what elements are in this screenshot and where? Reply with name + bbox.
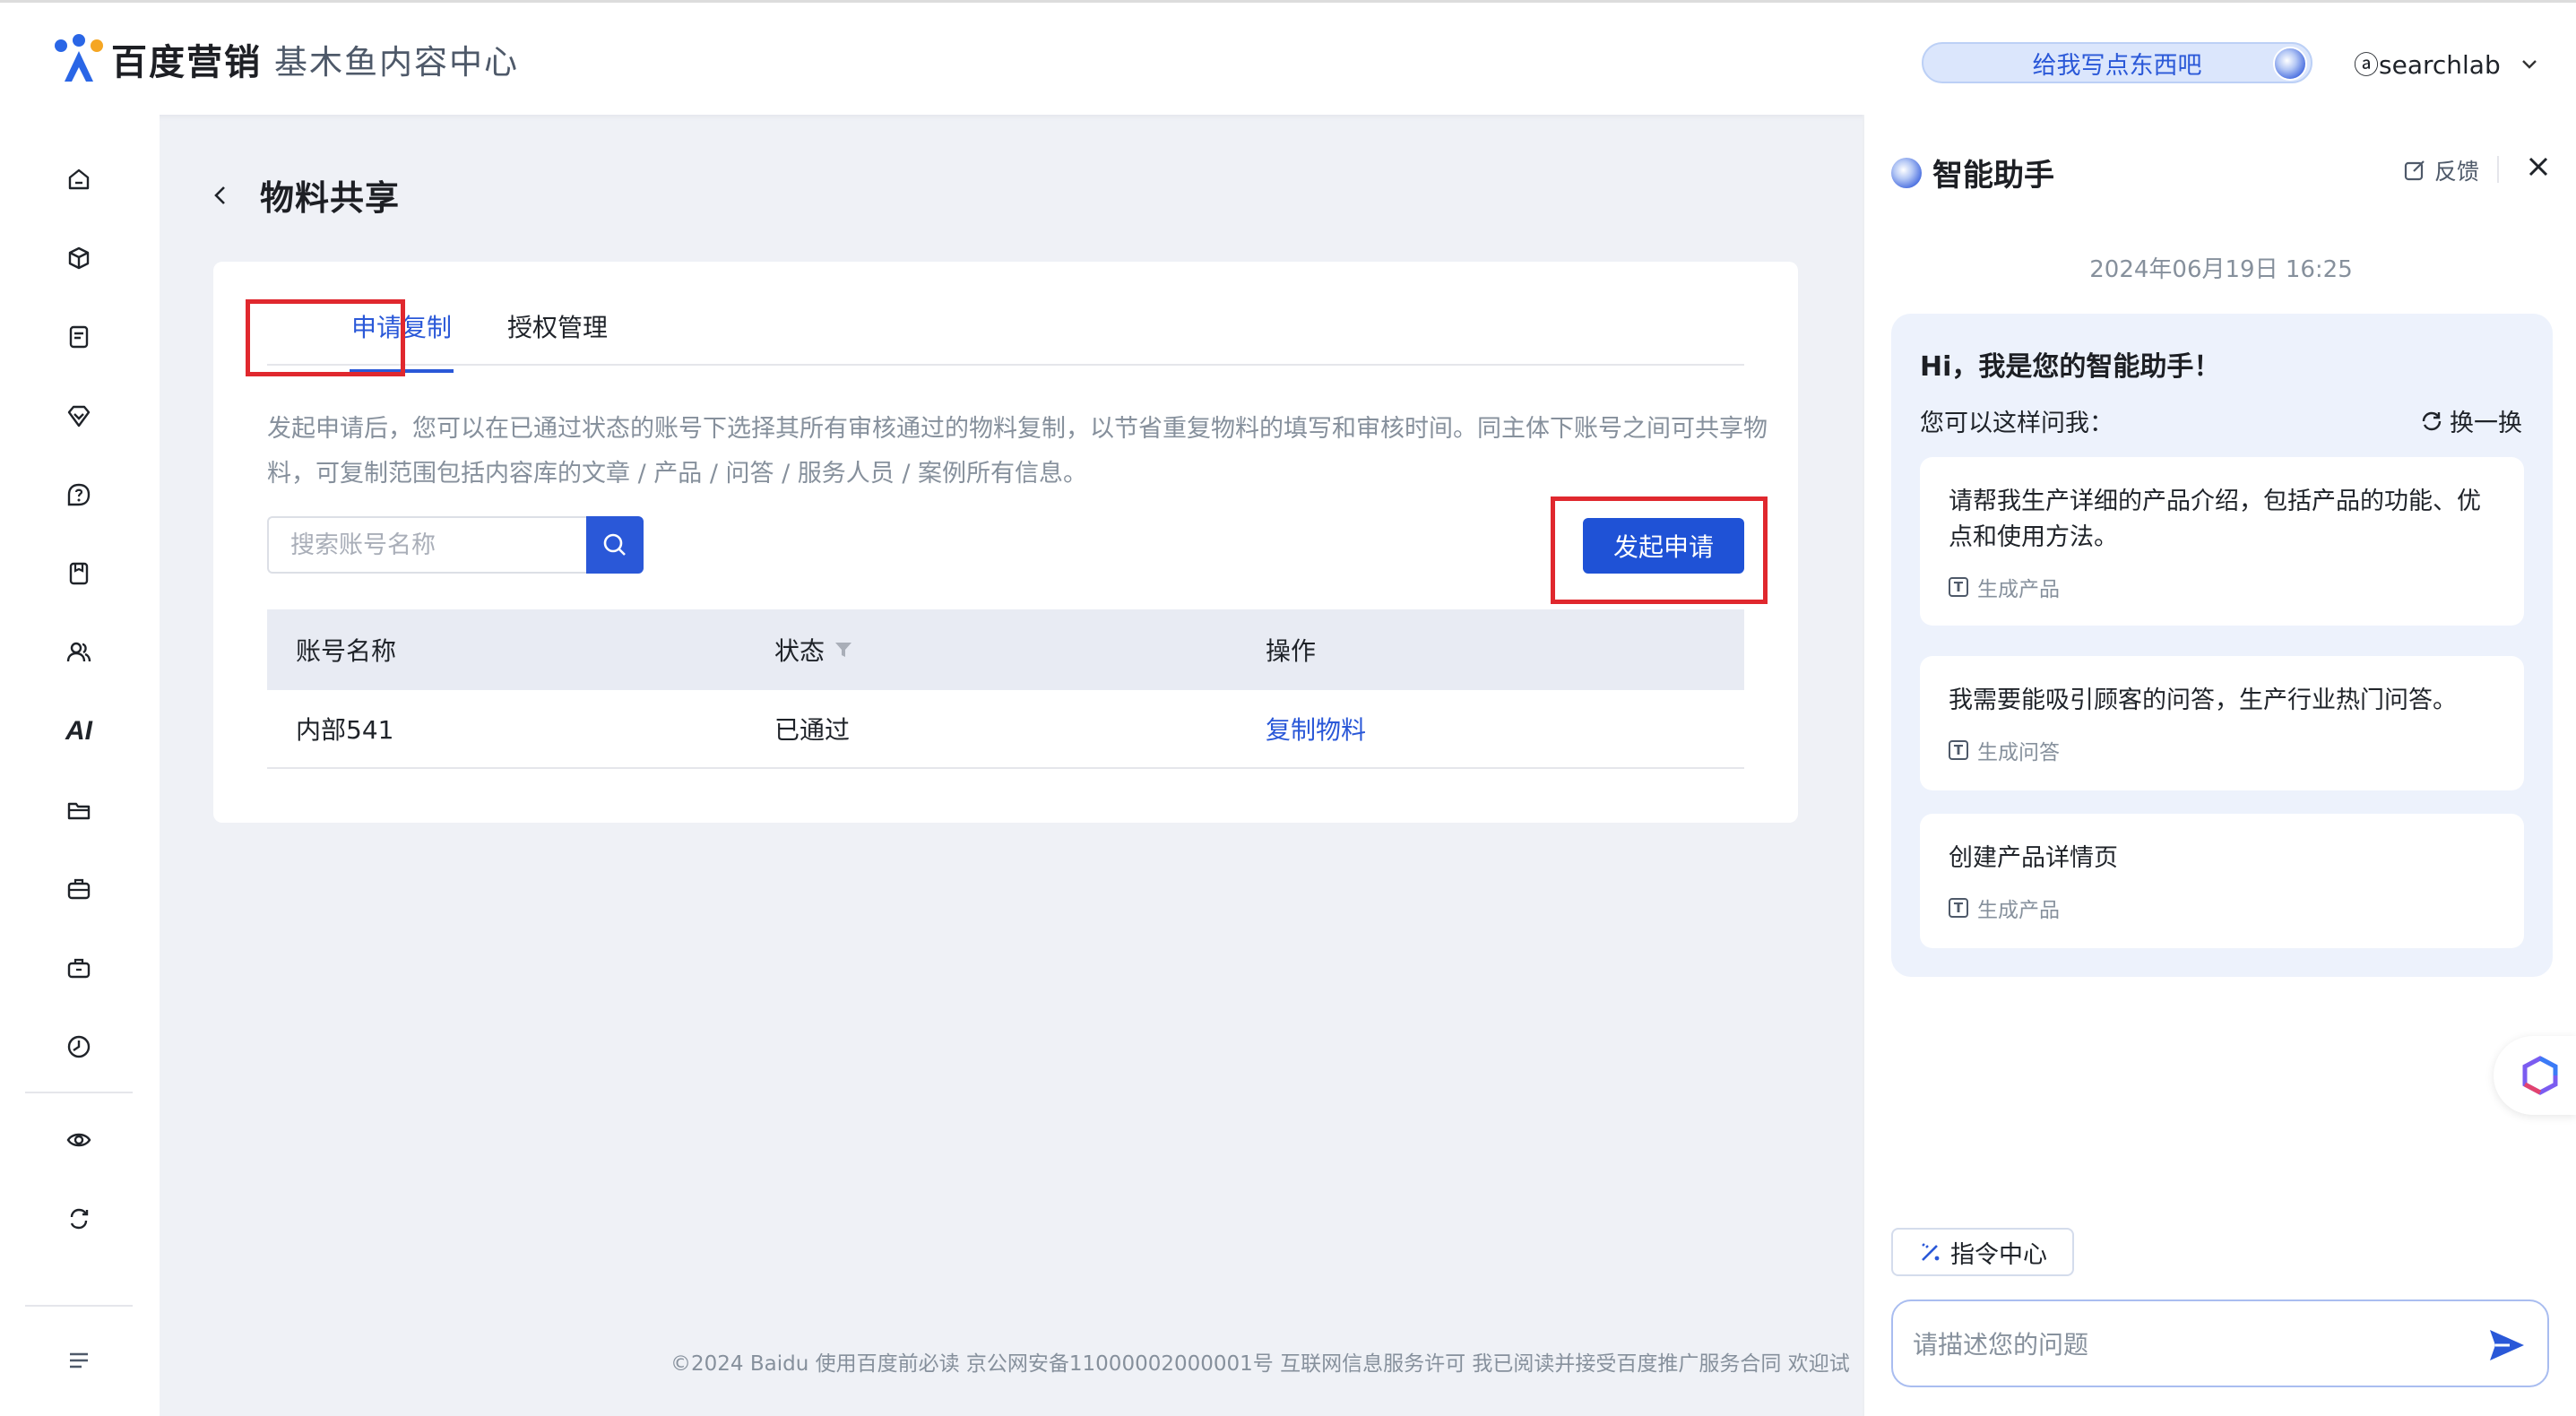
folder-icon[interactable] [63, 794, 95, 826]
table-row: 内部541 已通过 复制物料 [267, 690, 1744, 769]
search-input[interactable] [267, 516, 586, 574]
description-text: 发起申请后，您可以在已通过状态的账号下选择其所有审核通过的物料复制，以节省重复物… [267, 415, 1768, 488]
greeting-title: Hi，我是您的智能助手！ [1920, 351, 2221, 383]
status-cell: 已通过 [774, 715, 851, 745]
chevron-down-icon [2521, 60, 2537, 69]
top-header: 百度营销 基木鱼内容中心 给我写点东西吧 ⓐsearchlab [0, 0, 2576, 115]
header-divider [2497, 156, 2499, 183]
highlight-box-tab [246, 299, 405, 376]
feedback-label: 反馈 [2434, 159, 2480, 185]
refresh-label: 换一换 [2450, 410, 2522, 437]
ai-write-prompt-label: 给我写点东西吧 [2032, 51, 2202, 80]
copy-material-link[interactable]: 复制物料 [1266, 711, 1366, 747]
product-name: 基木鱼内容中心 [274, 43, 519, 82]
table-header: 账号名称 状态 操作 [267, 609, 1744, 690]
column-header-status-label: 状态 [774, 636, 826, 666]
home-icon[interactable] [63, 163, 95, 195]
clock-icon[interactable] [63, 1031, 95, 1063]
footer-text: ©2024 Baidu 使用百度前必读 京公网安备11000002000001号… [670, 1352, 1850, 1376]
close-icon[interactable] [2524, 152, 2553, 181]
tab-bar: 申请复制 授权管理 [267, 294, 1744, 373]
command-center-label: 指令中心 [1950, 1240, 2047, 1269]
menu-icon[interactable] [63, 1344, 95, 1377]
eye-icon[interactable] [63, 1124, 95, 1156]
users-icon[interactable] [63, 636, 95, 669]
floating-plugin-button[interactable] [2494, 1036, 2576, 1115]
column-header-account: 账号名称 [296, 636, 397, 666]
feedback-button[interactable]: 反馈 [2402, 154, 2479, 186]
bookmark-icon[interactable] [63, 557, 95, 590]
account-name-cell: 内部541 [296, 715, 394, 745]
suggestion-tag-label: 生成问答 [1977, 741, 2060, 764]
tab-authorization-management[interactable]: 授权管理 [507, 308, 608, 344]
suggestion-text: 创建产品详情页 [1949, 844, 2118, 872]
suggestion-tag: T 生成产品 [1949, 572, 2060, 602]
column-header-status: 状态 [774, 632, 853, 668]
brand-name: 百度营销 [111, 42, 262, 83]
suggestion-tag-label: 生成产品 [1977, 899, 2060, 922]
briefcase-icon[interactable] [63, 873, 95, 905]
column-header-action: 操作 [1266, 636, 1317, 666]
magic-wand-icon [1922, 1243, 1940, 1261]
hexagon-logo-icon [2522, 1056, 2558, 1095]
text-type-icon: T [1949, 898, 1968, 918]
page-title: 物料共享 [260, 178, 401, 218]
material-share-card: 申请复制 授权管理 发起申请后，您可以在已通过状态的账号下选择其所有审核通过的物… [213, 262, 1798, 823]
refresh-cart-icon[interactable] [63, 1203, 95, 1235]
sidebar-divider [25, 1305, 133, 1307]
greeting-panel: Hi，我是您的智能助手！ 您可以这样问我： 换一换 请帮我生产详细的产品介绍，包… [1891, 314, 2553, 977]
filter-icon[interactable] [834, 640, 853, 660]
question-input[interactable] [1913, 1325, 2451, 1364]
question-icon[interactable] [63, 479, 95, 511]
suggestion-tag: T 生成产品 [1949, 893, 2060, 923]
assistant-title: 智能助手 [1891, 151, 2054, 194]
ai-write-prompt-button[interactable]: 给我写点东西吧 [1922, 42, 2312, 83]
left-sidebar: AI [0, 115, 160, 1416]
question-input-box [1891, 1299, 2549, 1387]
ai-icon-label: AI [65, 716, 92, 746]
highlight-box-apply-button [1551, 496, 1768, 604]
chat-timestamp: 2024年06月19日 16:25 [2089, 256, 2353, 283]
baidu-marketing-logo[interactable]: 百度营销 基木鱼内容中心 [52, 33, 519, 85]
document-icon[interactable] [63, 321, 95, 353]
suggestion-card[interactable]: 我需要能吸引顾客的问答，生产行业热门问答。 T 生成问答 [1920, 656, 2524, 790]
user-account-menu[interactable]: ⓐsearchlab [2354, 46, 2540, 82]
send-icon[interactable] [2486, 1325, 2528, 1366]
assistant-panel: 智能助手 反馈 2024年06月19日 16:25 Hi，我是您的智能助手！ 您… [1863, 115, 2576, 1416]
assistant-orb-icon [2273, 47, 2307, 81]
username: ⓐsearchlab [2354, 50, 2501, 80]
suggestion-card[interactable]: 创建产品详情页 T 生成产品 [1920, 814, 2524, 948]
assistant-title-label: 智能助手 [1932, 158, 2054, 194]
diamond-icon[interactable] [63, 400, 95, 432]
cube-icon[interactable] [63, 242, 95, 274]
ai-icon[interactable]: AI [63, 715, 95, 747]
ask-hint: 您可以这样问我： [1920, 410, 2114, 437]
suggestion-tag: T 生成问答 [1949, 735, 2060, 765]
account-search [267, 516, 644, 574]
refresh-suggestions-button[interactable]: 换一换 [2419, 403, 2522, 438]
text-type-icon: T [1949, 577, 1968, 597]
edit-icon [2404, 160, 2425, 181]
sidebar-divider [25, 1092, 133, 1093]
assistant-orb-icon [1891, 157, 1922, 188]
page-header: 物料共享 [208, 170, 400, 220]
suggestion-tag-label: 生成产品 [1977, 578, 2060, 601]
suggestion-card[interactable]: 请帮我生产详细的产品介绍，包括产品的功能、优点和使用方法。 T 生成产品 [1920, 457, 2524, 626]
text-type-icon: T [1949, 740, 1968, 760]
back-arrow-icon[interactable] [208, 183, 233, 208]
baidu-paw-logo-icon [55, 34, 103, 82]
command-center-button[interactable]: 指令中心 [1891, 1228, 2074, 1276]
suggestion-text: 我需要能吸引顾客的问答，生产行业热门问答。 [1949, 686, 2457, 714]
search-button[interactable] [586, 516, 644, 574]
suggestion-text: 请帮我生产详细的产品介绍，包括产品的功能、优点和使用方法。 [1949, 488, 2481, 551]
refresh-icon [2422, 411, 2442, 430]
toolbox-icon[interactable] [63, 952, 95, 984]
search-icon [603, 533, 626, 556]
account-table: 账号名称 状态 操作 内部541 已通过 复制物料 [267, 609, 1744, 769]
